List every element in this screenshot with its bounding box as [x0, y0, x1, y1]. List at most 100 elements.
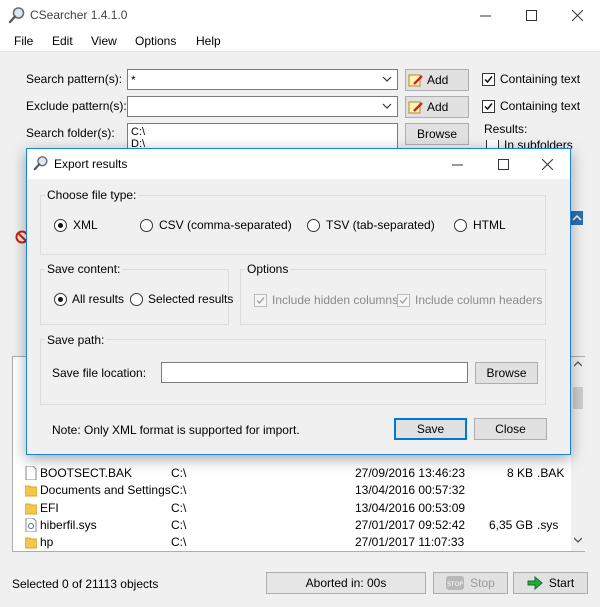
- include-hidden-columns-checkbox[interactable]: Include hidden columns: [254, 293, 398, 307]
- browse-folder-button[interactable]: Browse: [405, 123, 469, 145]
- table-row[interactable]: EFI C:\ 13/04/2016 00:53:09: [22, 500, 567, 517]
- browse-label: Browse: [486, 366, 527, 380]
- add-exclude-button[interactable]: Add: [405, 96, 469, 118]
- maximize-icon: [525, 9, 537, 21]
- minimize-icon: [479, 15, 491, 16]
- start-label: Start: [548, 576, 575, 590]
- radio-unselected-icon: [130, 292, 143, 306]
- containing-text-label: Containing text: [500, 72, 581, 86]
- menu-options[interactable]: Options: [135, 34, 176, 48]
- results-label: Results:: [484, 122, 528, 136]
- menu-edit[interactable]: Edit: [52, 34, 73, 48]
- radio-xml[interactable]: XML: [54, 218, 98, 232]
- search-pattern-value: *: [131, 73, 136, 87]
- scroll-up-icon: [574, 361, 582, 367]
- maximize-button[interactable]: [508, 0, 554, 30]
- status-bar: Selected 0 of 21113 objects Aborted in: …: [0, 567, 600, 607]
- file-icon: [25, 466, 37, 480]
- close-button[interactable]: Close: [474, 418, 547, 440]
- containing-text-checkbox-1[interactable]: Containing text: [482, 72, 580, 86]
- radio-selected-results[interactable]: Selected results: [130, 292, 233, 306]
- options-label: Options: [245, 262, 291, 276]
- file-ext: .sys: [537, 517, 559, 532]
- file-path: C:\: [171, 483, 187, 498]
- browse-label: Browse: [416, 127, 457, 141]
- export-dialog: Export results Choose file type: XML CSV…: [26, 148, 571, 455]
- folder-icon: [25, 537, 37, 549]
- include-column-headers-checkbox[interactable]: Include column headers: [397, 293, 542, 307]
- file-path: C:\: [171, 500, 187, 515]
- file-type-label: Choose file type:: [45, 188, 139, 202]
- folder-icon: [25, 485, 37, 497]
- file-date: 27/01/2017 09:52:42: [355, 517, 466, 532]
- magnifier-dialog-icon: [33, 156, 48, 171]
- search-folders-box[interactable]: C:\ D:\: [127, 123, 398, 151]
- search-folder-label: Search folder(s):: [26, 126, 115, 140]
- collapse-arrow-button[interactable]: [571, 211, 583, 225]
- hidden-columns-label: Include hidden columns: [272, 293, 399, 307]
- close-window-button[interactable]: [554, 0, 600, 30]
- table-row[interactable]: hp C:\ 27/01/2017 11:07:33: [22, 534, 567, 551]
- file-name: hiberfil.sys: [40, 517, 97, 532]
- radio-tsv[interactable]: TSV (tab-separated): [307, 218, 435, 232]
- folder-entry: C:\: [131, 126, 146, 138]
- radio-html[interactable]: HTML: [454, 218, 506, 232]
- file-date: 27/09/2016 13:46:23: [355, 466, 466, 480]
- file-type-option: XML: [73, 218, 98, 232]
- radio-csv[interactable]: CSV (comma-separated): [140, 218, 292, 232]
- table-row[interactable]: Documents and Settings C:\ 13/04/2016 00:5…: [22, 482, 567, 499]
- file-name: EFI: [40, 500, 59, 515]
- table-row[interactable]: BOOTSECT.BAK C:\ 27/09/2016 13:46:23 8 KB .B…: [22, 465, 567, 482]
- scroll-down-icon: [574, 537, 582, 543]
- file-name: BOOTSECT.BAK: [40, 466, 133, 480]
- radio-unselected-icon: [307, 218, 320, 232]
- add-pattern-button[interactable]: Add: [405, 69, 469, 91]
- dialog-title: Export results: [54, 157, 128, 171]
- menu-file[interactable]: File: [14, 34, 33, 48]
- file-ext: .BAK: [537, 466, 565, 480]
- stop-label: Stop: [470, 576, 495, 590]
- minimize-button[interactable]: [462, 0, 508, 30]
- save-button[interactable]: Save: [394, 418, 467, 440]
- folder-icon: [25, 503, 37, 515]
- menu-help[interactable]: Help: [196, 34, 221, 48]
- dialog-browse-button[interactable]: Browse: [475, 362, 538, 384]
- search-pattern-combo[interactable]: *: [127, 69, 398, 90]
- import-note: Note: Only XML format is supported for i…: [52, 423, 300, 437]
- menu-view[interactable]: View: [91, 34, 117, 48]
- exclude-pattern-combo[interactable]: [127, 96, 398, 117]
- add-label: Add: [427, 73, 449, 87]
- minimize-icon: [451, 164, 463, 165]
- close-label: Close: [495, 422, 526, 436]
- stop-button[interactable]: STOP Stop: [433, 572, 508, 594]
- checkbox-checked-icon: [482, 72, 495, 86]
- file-name: hp: [40, 535, 54, 550]
- radio-selected-icon: [54, 292, 67, 306]
- close-icon: [571, 9, 583, 21]
- file-type-option: TSV (tab-separated): [326, 218, 435, 232]
- save-path-label: Save path:: [45, 333, 107, 347]
- add-label: Add: [427, 100, 449, 114]
- containing-text-label: Containing text: [500, 99, 581, 113]
- dialog-minimize-button[interactable]: [434, 149, 480, 179]
- table-row[interactable]: hiberfil.sys C:\ 27/01/2017 09:52:42 6,35 G…: [22, 517, 567, 534]
- file-path: C:\: [171, 535, 187, 550]
- window-title: CSearcher 1.4.1.0: [30, 8, 128, 22]
- vertical-scrollbar[interactable]: [571, 357, 585, 551]
- exclude-pattern-label: Exclude pattern(s):: [26, 99, 127, 113]
- scroll-thumb[interactable]: [573, 387, 583, 409]
- file-type-option: CSV (comma-separated): [159, 218, 292, 232]
- dialog-maximize-button[interactable]: [480, 149, 526, 179]
- file-type-option: HTML: [473, 218, 506, 232]
- dialog-close-button[interactable]: [524, 149, 570, 179]
- radio-all-results[interactable]: All results: [54, 292, 124, 306]
- checkbox-checked-icon: [397, 293, 410, 307]
- containing-text-checkbox-2[interactable]: Containing text: [482, 99, 580, 113]
- menu-bar: File Edit View Options Help: [0, 30, 600, 52]
- checkbox-checked-icon: [482, 99, 495, 113]
- start-button[interactable]: Start: [513, 572, 588, 594]
- save-file-location-input[interactable]: [161, 362, 468, 383]
- file-path: C:\: [171, 517, 187, 532]
- radio-unselected-icon: [140, 218, 153, 232]
- save-label: Save: [416, 422, 445, 436]
